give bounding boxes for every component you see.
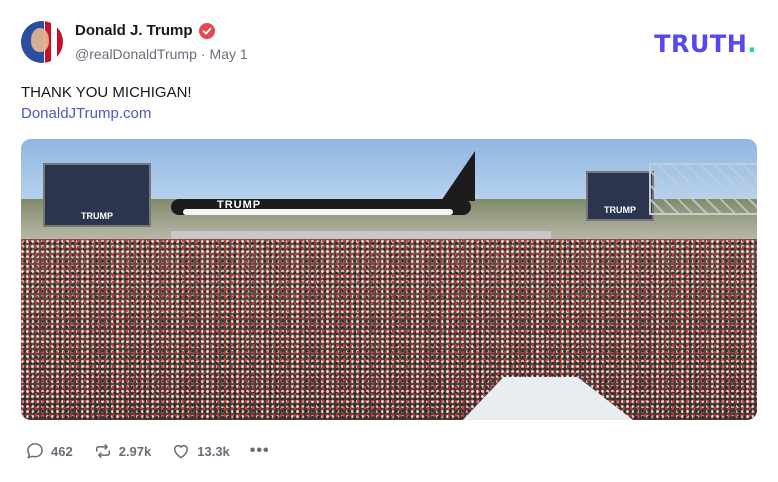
post-date[interactable]: May 1 <box>210 46 248 62</box>
truth-logo-text: TRUTH <box>654 30 748 58</box>
screen-label-left: TRUMP <box>81 211 113 221</box>
author-handle[interactable]: @realDonaldTrump <box>75 46 197 62</box>
like-button[interactable]: 13.3k <box>171 441 230 461</box>
avatar[interactable] <box>21 21 63 63</box>
post-image[interactable]: TRUMP TRUMP TRUMP <box>21 139 757 420</box>
post-text: THANK YOU MICHIGAN! <box>21 84 192 101</box>
airplane-label: TRUMP <box>217 199 262 211</box>
truth-logo-dot: . <box>747 30 757 58</box>
video-screen-right: TRUMP <box>586 171 654 221</box>
more-options-button[interactable]: ••• <box>250 442 270 460</box>
retruth-count: 2.97k <box>118 443 152 459</box>
retruth-button[interactable]: 2.97k <box>93 441 152 461</box>
reply-button[interactable]: 462 <box>25 441 73 461</box>
truth-logo[interactable]: TRUTH. <box>654 30 757 58</box>
truth-post: Donald J. Trump @realDonaldTrump · May 1… <box>0 0 778 482</box>
author-name[interactable]: Donald J. Trump <box>75 22 193 39</box>
like-count: 13.3k <box>197 443 230 459</box>
reply-count: 462 <box>51 443 73 459</box>
post-link[interactable]: DonaldJTrump.com <box>21 105 151 122</box>
video-screen-left: TRUMP <box>43 163 151 227</box>
rally-crowd <box>21 239 757 420</box>
stage-truss <box>649 163 757 215</box>
verified-badge-icon <box>198 22 215 39</box>
author-row: Donald J. Trump <box>75 22 215 39</box>
meta-separator: · <box>200 46 206 62</box>
author-meta: @realDonaldTrump · May 1 <box>75 46 248 62</box>
retruth-icon <box>95 444 110 458</box>
reply-icon <box>27 443 43 459</box>
airplane: TRUMP <box>171 151 501 227</box>
airplane-tail <box>441 151 475 201</box>
screen-label-right: TRUMP <box>604 205 636 215</box>
post-actions: 462 2.97k 13.3k ••• <box>25 441 270 461</box>
heart-icon <box>174 444 189 459</box>
